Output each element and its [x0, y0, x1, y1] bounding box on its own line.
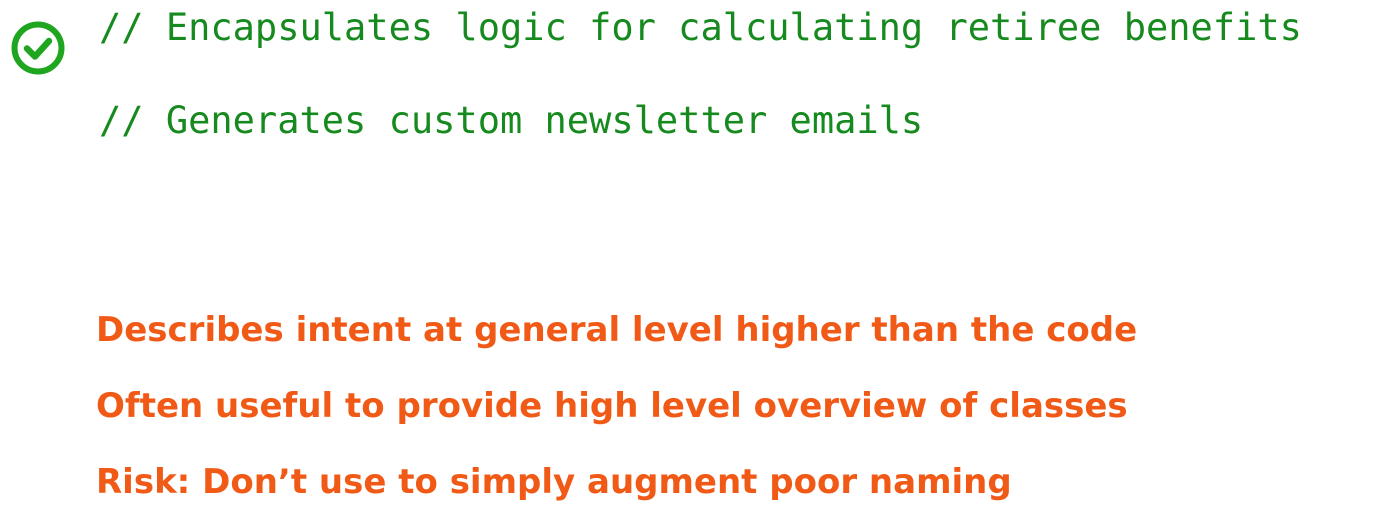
code-comment-encapsulates: // Encapsulates logic for calculating re… — [99, 6, 1302, 49]
check-mark — [23, 37, 53, 60]
check-circle-ring — [11, 21, 65, 75]
note-risk: Risk: Don’t use to simply augment poor n… — [96, 462, 1012, 502]
note-often-useful: Often useful to provide high level overv… — [96, 386, 1128, 426]
check-circle-icon — [11, 21, 65, 75]
code-comment-generates: // Generates custom newsletter emails — [99, 99, 924, 142]
note-describes-intent: Describes intent at general level higher… — [96, 310, 1138, 350]
